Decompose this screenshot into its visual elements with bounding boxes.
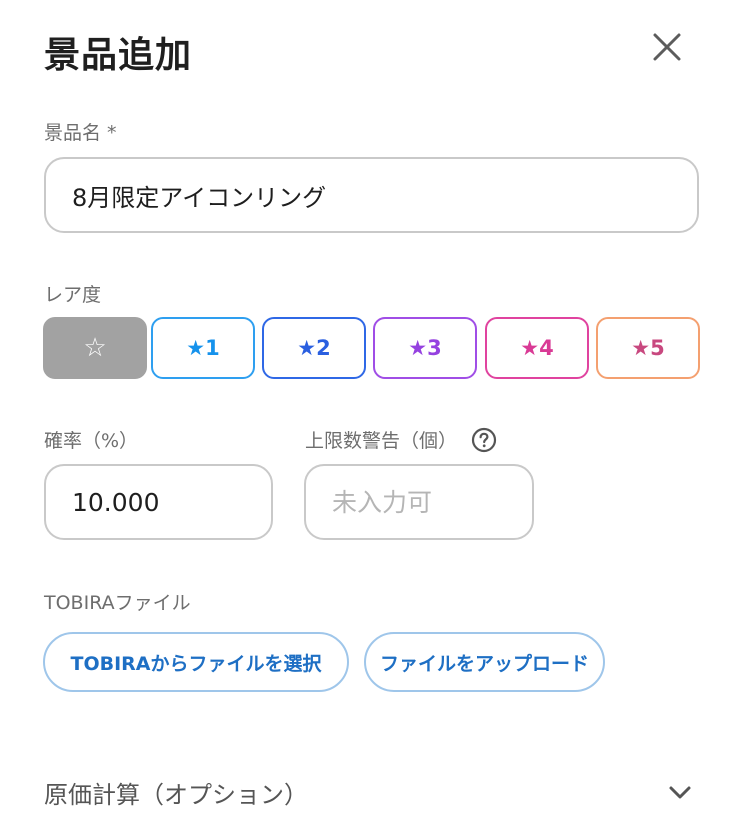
upload-file-button[interactable]: ファイルをアップロード (364, 632, 605, 692)
rarity-option-none[interactable]: ☆ (43, 317, 147, 379)
limit-warning-label: 上限数警告（個） (305, 430, 458, 452)
limit-warning-input[interactable] (304, 464, 534, 540)
rarity-option-1[interactable]: ★1 (151, 317, 255, 379)
close-icon (653, 33, 681, 61)
tobira-file-label: TOBIRAファイル (44, 592, 191, 614)
select-from-tobira-button[interactable]: TOBIRAからファイルを選択 (43, 632, 349, 692)
rarity-option-4[interactable]: ★4 (485, 317, 589, 379)
rarity-label: レア度 (44, 284, 102, 306)
cost-calc-accordion[interactable]: 原価計算（オプション） (44, 762, 694, 820)
rarity-option-5[interactable]: ★5 (596, 317, 700, 379)
prize-name-label: 景品名 * (44, 122, 117, 144)
close-button[interactable] (646, 26, 688, 68)
rarity-option-3[interactable]: ★3 (373, 317, 477, 379)
cost-calc-label: 原価計算（オプション） (44, 780, 308, 809)
probability-label: 確率（%） (44, 430, 139, 452)
help-circle-icon[interactable] (471, 427, 497, 453)
limit-warning-label-row: 上限数警告（個） (305, 426, 497, 453)
probability-input[interactable] (44, 464, 273, 540)
dialog-title: 景品追加 (44, 35, 193, 76)
chevron-down-icon (669, 786, 691, 799)
rarity-option-2[interactable]: ★2 (262, 317, 366, 379)
prize-name-input[interactable] (44, 157, 699, 233)
